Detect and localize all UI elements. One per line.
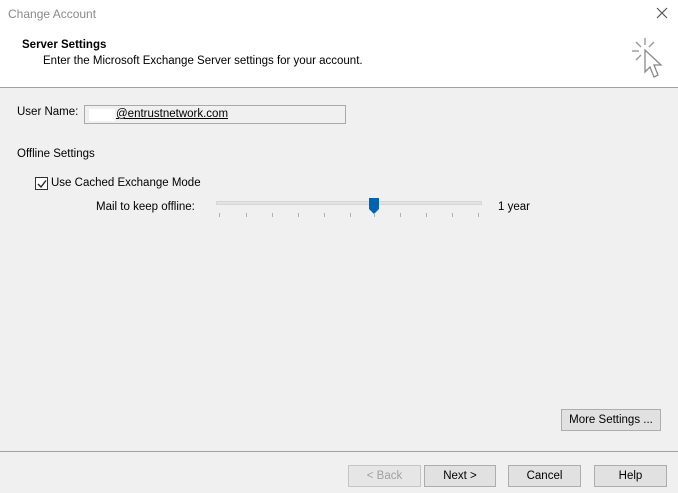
redacted-area bbox=[89, 109, 115, 121]
back-button[interactable]: < Back bbox=[348, 465, 421, 487]
cached-mode-checkbox[interactable] bbox=[35, 177, 48, 190]
check-icon bbox=[37, 180, 47, 189]
wizard-header: Server Settings Enter the Microsoft Exch… bbox=[0, 28, 678, 88]
mail-keep-label: Mail to keep offline: bbox=[96, 201, 195, 213]
slider-tick bbox=[400, 213, 401, 217]
slider-tick bbox=[426, 213, 427, 217]
slider-tick bbox=[272, 213, 273, 217]
slider-tick bbox=[374, 213, 375, 217]
footer-divider bbox=[0, 451, 678, 452]
cursor-click-icon bbox=[628, 34, 668, 82]
page-title: Server Settings bbox=[22, 39, 107, 51]
mail-keep-value: 1 year bbox=[498, 201, 530, 213]
slider-tick bbox=[324, 213, 325, 217]
slider-tick bbox=[298, 213, 299, 217]
slider-tick bbox=[219, 213, 220, 217]
cached-mode-label[interactable]: Use Cached Exchange Mode bbox=[51, 177, 201, 189]
slider-tick bbox=[452, 213, 453, 217]
close-icon[interactable] bbox=[650, 4, 674, 24]
user-name-value: @entrustnetwork.com bbox=[116, 108, 229, 120]
slider-tick bbox=[350, 213, 351, 217]
page-subtitle: Enter the Microsoft Exchange Server sett… bbox=[43, 55, 363, 67]
next-button[interactable]: Next > bbox=[424, 465, 496, 487]
mail-keep-slider-track[interactable] bbox=[216, 201, 482, 205]
offline-settings-label: Offline Settings bbox=[17, 148, 95, 160]
slider-tick bbox=[478, 213, 479, 217]
cancel-button[interactable]: Cancel bbox=[508, 465, 581, 487]
title-bar: Change Account bbox=[0, 0, 678, 28]
slider-tick bbox=[246, 213, 247, 217]
mail-keep-slider-thumb[interactable] bbox=[369, 198, 379, 214]
help-button[interactable]: Help bbox=[594, 465, 667, 487]
more-settings-button[interactable]: More Settings ... bbox=[561, 409, 661, 431]
user-name-field[interactable]: @entrustnetwork.com bbox=[84, 105, 346, 124]
window-title: Change Account bbox=[8, 7, 97, 21]
user-name-label: User Name: bbox=[17, 106, 79, 118]
